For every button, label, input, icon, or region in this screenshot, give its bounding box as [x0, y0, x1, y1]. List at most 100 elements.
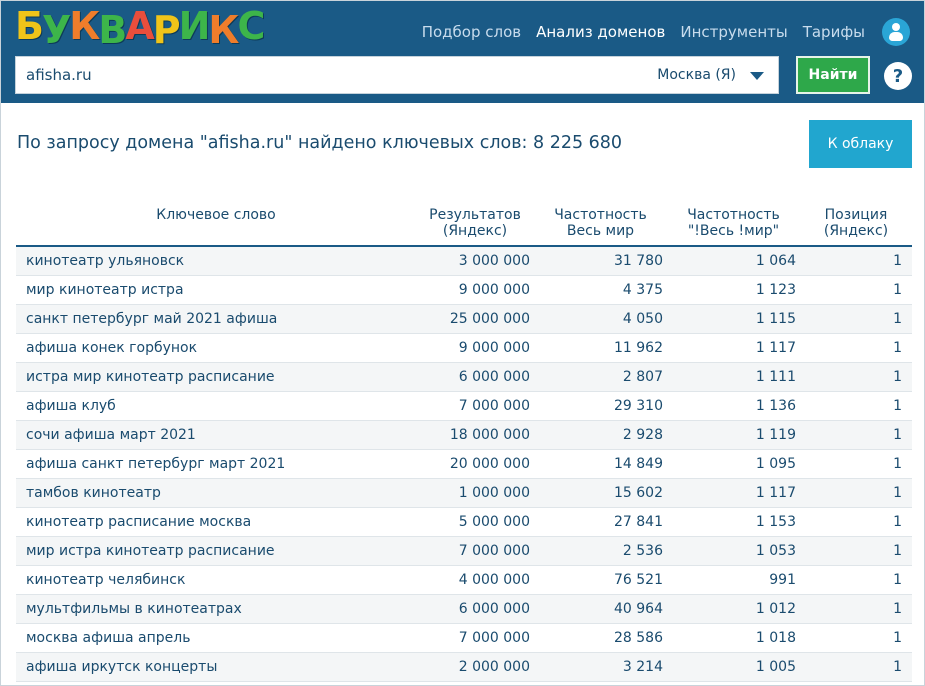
cell-keyword[interactable]: сочи афиша март 2021: [16, 420, 416, 450]
cell-frequency: 40 964: [534, 594, 667, 624]
help-icon[interactable]: ?: [884, 62, 912, 90]
cell-keyword[interactable]: кинотеатр ульяновск: [16, 246, 416, 276]
table-row[interactable]: истра мир кинотеатр расписание 6 000 000 2…: [16, 362, 912, 392]
cell-results: 7 000 000: [416, 623, 534, 653]
cell-position: 1: [800, 536, 912, 566]
table-row[interactable]: тамбов кинотеатр 1 000 000 15 602 1 117 1: [16, 478, 912, 508]
cell-exact-frequency: 1 117: [667, 333, 800, 363]
cell-keyword[interactable]: кинотеатр челябинск: [16, 565, 416, 595]
cell-results: 7 000 000: [416, 536, 534, 566]
cell-keyword[interactable]: истра мир кинотеатр расписание: [16, 362, 416, 392]
search-box: Москва (Я): [15, 56, 779, 94]
cell-position: 1: [800, 652, 912, 682]
table-row[interactable]: сочи афиша март 2021 18 000 000 2 928 1 119…: [16, 420, 912, 450]
cell-exact-frequency: 1 153: [667, 507, 800, 537]
cell-position: 1: [800, 507, 912, 537]
logo-letter: А: [125, 4, 154, 48]
cell-results: 25 000 000: [416, 304, 534, 334]
results-summary: По запросу домена "afisha.ru" найдено кл…: [17, 133, 623, 153]
column-header-results[interactable]: Результатов (Яндекс): [416, 207, 534, 247]
cell-frequency: 28 586: [534, 623, 667, 653]
find-button[interactable]: Найти: [796, 56, 870, 94]
table-row[interactable]: кинотеатр ульяновск 3 000 000 31 780 1 064 1: [16, 246, 912, 276]
cell-exact-frequency: 991: [667, 565, 800, 595]
cell-keyword[interactable]: кинотеатр расписание москва: [16, 507, 416, 537]
table-body: кинотеатр ульяновск 3 000 000 31 780 1 064 1…: [16, 246, 912, 682]
nav-item-domain-analysis[interactable]: Анализ доменов: [536, 23, 665, 41]
cell-keyword[interactable]: мир истра кинотеатр расписание: [16, 536, 416, 566]
table-row[interactable]: афиша клуб 7 000 000 29 310 1 136 1: [16, 391, 912, 421]
table-row[interactable]: мир кинотеатр истра 9 000 000 4 375 1 123 1: [16, 275, 912, 305]
cell-keyword[interactable]: афиша клуб: [16, 391, 416, 421]
user-avatar-icon[interactable]: [882, 18, 910, 46]
cell-frequency: 2 928: [534, 420, 667, 450]
logo-letter: К: [69, 4, 100, 48]
cell-frequency: 2 807: [534, 362, 667, 392]
table-row[interactable]: москва афиша апрель 7 000 000 28 586 1 018 1: [16, 623, 912, 653]
column-header-position[interactable]: Позиция (Яндекс): [800, 207, 912, 247]
cell-position: 1: [800, 623, 912, 653]
cell-results: 18 000 000: [416, 420, 534, 450]
header-line1: Позиция: [824, 207, 888, 223]
table-row[interactable]: кинотеатр расписание москва 5 000 000 27 8…: [16, 507, 912, 537]
nav-item-word-selection[interactable]: Подбор слов: [422, 23, 521, 41]
cell-keyword[interactable]: афиша санкт петербург март 2021: [16, 449, 416, 479]
cell-position: 1: [800, 420, 912, 450]
cell-position: 1: [800, 391, 912, 421]
header-line2: (Яндекс): [442, 223, 508, 239]
to-cloud-button[interactable]: К облаку: [809, 120, 912, 168]
cell-frequency: 27 841: [534, 507, 667, 537]
cell-results: 2 000 000: [416, 652, 534, 682]
cell-position: 1: [800, 362, 912, 392]
cell-exact-frequency: 1 095: [667, 449, 800, 479]
cell-exact-frequency: 1 115: [667, 304, 800, 334]
region-select[interactable]: Москва (Я): [657, 57, 764, 93]
cell-position: 1: [800, 304, 912, 334]
table-row[interactable]: афиша иркутск концерты 2 000 000 3 214 1 00…: [16, 652, 912, 682]
cell-keyword[interactable]: москва афиша апрель: [16, 623, 416, 653]
chevron-down-icon: [750, 72, 764, 80]
cell-exact-frequency: 1 117: [667, 478, 800, 508]
cell-keyword[interactable]: тамбов кинотеатр: [16, 478, 416, 508]
column-header-frequency[interactable]: Частотность Весь мир: [534, 207, 667, 247]
cell-position: 1: [800, 275, 912, 305]
cell-frequency: 76 521: [534, 565, 667, 595]
table-row[interactable]: санкт петербург май 2021 афиша 25 000 000…: [16, 304, 912, 334]
table-row[interactable]: афиша санкт петербург март 2021 20 000 00…: [16, 449, 912, 479]
cell-frequency: 15 602: [534, 478, 667, 508]
cell-frequency: 29 310: [534, 391, 667, 421]
column-header-keyword[interactable]: Ключевое слово: [16, 207, 416, 247]
cell-position: 1: [800, 478, 912, 508]
cell-exact-frequency: 1 005: [667, 652, 800, 682]
table-row[interactable]: афиша конек горбунок 9 000 000 11 962 1 117…: [16, 333, 912, 363]
cell-results: 3 000 000: [416, 246, 534, 276]
cell-exact-frequency: 1 064: [667, 246, 800, 276]
cell-position: 1: [800, 594, 912, 624]
cell-frequency: 3 214: [534, 652, 667, 682]
cell-keyword[interactable]: мир кинотеатр истра: [16, 275, 416, 305]
column-header-exact-frequency[interactable]: Частотность "!Весь !мир": [667, 207, 800, 247]
logo[interactable]: БУКВАРИКС: [15, 4, 265, 51]
cell-exact-frequency: 1 012: [667, 594, 800, 624]
logo-letter: С: [237, 4, 265, 48]
cell-position: 1: [800, 449, 912, 479]
table-row[interactable]: кинотеатр челябинск 4 000 000 76 521 991 1: [16, 565, 912, 595]
nav-item-pricing[interactable]: Тарифы: [803, 23, 865, 41]
cell-results: 5 000 000: [416, 507, 534, 537]
table-row[interactable]: мир истра кинотеатр расписание 7 000 000 2…: [16, 536, 912, 566]
header-line1: Ключевое слово: [156, 207, 276, 223]
cell-keyword[interactable]: афиша иркутск концерты: [16, 652, 416, 682]
logo-letter: В: [98, 8, 127, 52]
header: БУКВАРИКС Подбор слов Анализ доменов Инс…: [1, 1, 924, 103]
cell-exact-frequency: 1 123: [667, 275, 800, 305]
cell-results: 4 000 000: [416, 565, 534, 595]
domain-search-input[interactable]: [26, 57, 586, 93]
cell-keyword[interactable]: афиша конек горбунок: [16, 333, 416, 363]
keywords-table: Ключевое слово Результатов (Яндекс) Часто…: [16, 207, 912, 682]
cell-keyword[interactable]: мультфильмы в кинотеатрах: [16, 594, 416, 624]
logo-letter: И: [178, 4, 211, 48]
table-row[interactable]: мультфильмы в кинотеатрах 6 000 000 40 964…: [16, 594, 912, 624]
cell-keyword[interactable]: санкт петербург май 2021 афиша: [16, 304, 416, 334]
nav-item-tools[interactable]: Инструменты: [680, 23, 787, 41]
cell-exact-frequency: 1 111: [667, 362, 800, 392]
